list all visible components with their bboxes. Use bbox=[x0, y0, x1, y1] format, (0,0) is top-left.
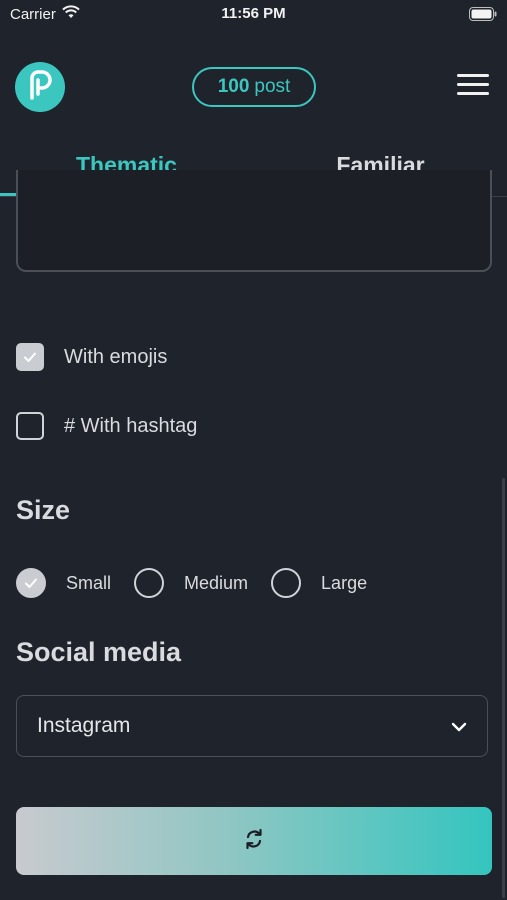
check-icon bbox=[25, 578, 37, 588]
hashtag-option[interactable]: # With hashtag bbox=[16, 412, 197, 440]
size-medium-label: Medium bbox=[184, 572, 249, 593]
size-medium-radio[interactable] bbox=[134, 568, 165, 598]
size-large-radio[interactable] bbox=[271, 568, 302, 598]
emojis-label: With emojis bbox=[64, 345, 168, 368]
size-small-label: Small bbox=[66, 572, 112, 593]
chevron-down-icon bbox=[451, 714, 467, 738]
hashtag-label: # With hashtag bbox=[64, 414, 198, 437]
size-option-medium[interactable]: Medium bbox=[134, 568, 248, 598]
size-option-large[interactable]: Large bbox=[271, 568, 367, 598]
size-option-small[interactable]: Small bbox=[16, 568, 111, 598]
status-bar: Carrier 11:56 PM bbox=[0, 0, 507, 28]
size-small-radio[interactable] bbox=[16, 568, 46, 598]
post-label: post bbox=[254, 76, 291, 97]
emojis-checkbox[interactable] bbox=[16, 343, 44, 371]
emojis-option[interactable]: With emojis bbox=[16, 343, 167, 371]
social-media-title: Social media bbox=[16, 637, 182, 667]
size-title: Size bbox=[16, 495, 71, 525]
social-media-value: Instagram bbox=[37, 714, 131, 737]
hashtag-checkbox[interactable] bbox=[16, 412, 44, 440]
scrollbar[interactable] bbox=[502, 478, 505, 898]
check-icon bbox=[24, 352, 36, 362]
status-time: 11:56 PM bbox=[221, 5, 286, 22]
prompt-textarea[interactable] bbox=[16, 170, 492, 272]
battery-icon bbox=[469, 7, 497, 25]
size-radio-group: Small Medium Large bbox=[16, 568, 390, 598]
app-logo[interactable] bbox=[15, 62, 65, 112]
app-header: 100 post bbox=[0, 62, 507, 114]
hamburger-menu-icon[interactable] bbox=[457, 74, 489, 98]
refresh-icon bbox=[244, 828, 264, 855]
size-large-label: Large bbox=[321, 572, 368, 593]
post-count: 100 bbox=[217, 76, 250, 97]
social-media-select[interactable]: Instagram bbox=[16, 695, 488, 757]
post-count-badge[interactable]: 100 post bbox=[192, 67, 316, 107]
p-logo-icon bbox=[27, 69, 53, 105]
generate-button[interactable] bbox=[16, 807, 492, 875]
